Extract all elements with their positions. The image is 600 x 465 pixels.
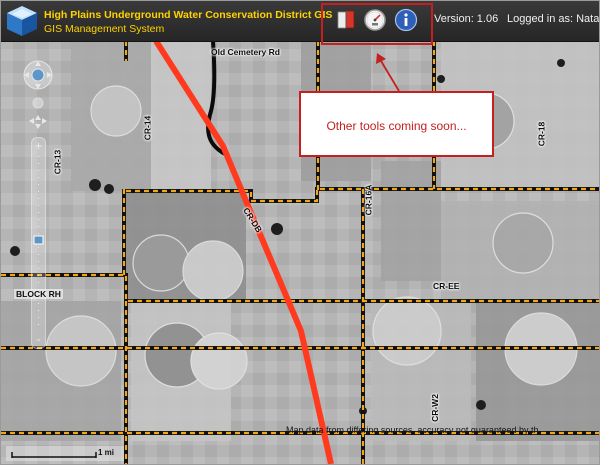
callout-text: Other tools coming soon...	[326, 119, 467, 133]
callout-arrow	[376, 53, 400, 92]
app-frame: Old Cemetery Rd CR-14 CR-13 CR-18 CR-16A…	[0, 0, 600, 465]
callout-box: Other tools coming soon...	[299, 91, 494, 157]
